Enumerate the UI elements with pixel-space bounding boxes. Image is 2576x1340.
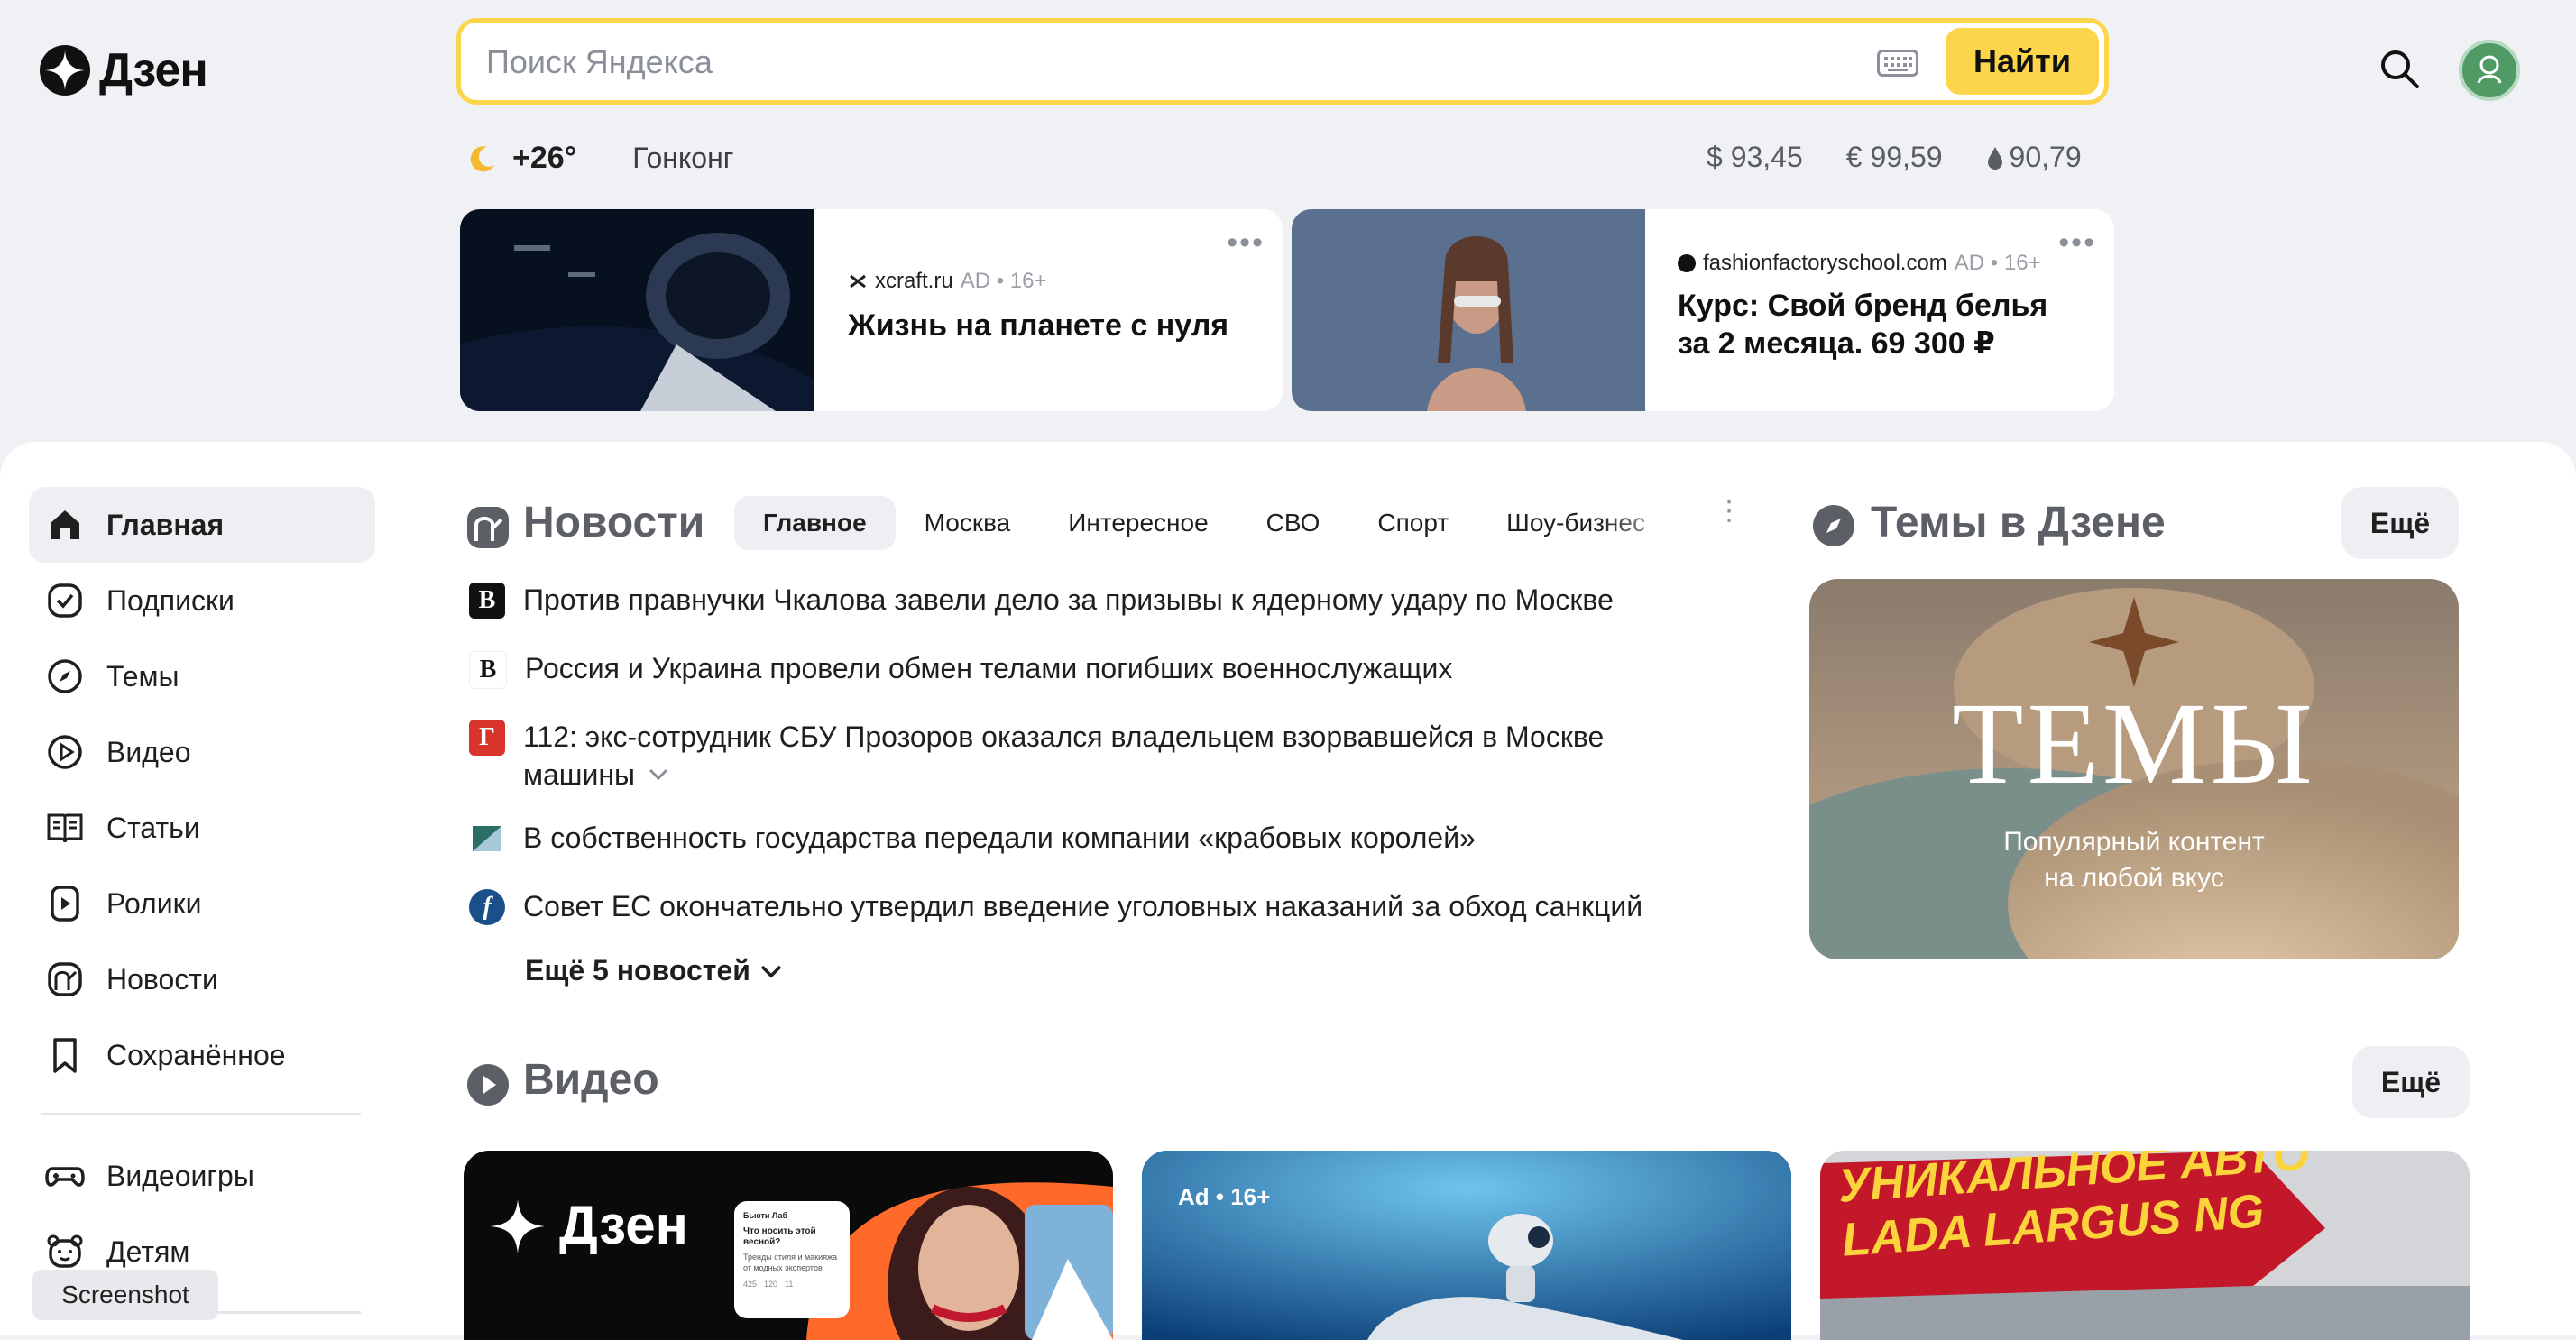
news-section-icon <box>467 507 509 548</box>
video-card[interactable]: Дзен Бьюти Лаб Что носить этой весной? Т… <box>464 1151 1113 1340</box>
sidebar-item-video[interactable]: Видео <box>29 714 375 790</box>
news-item[interactable]: B Против правнучки Чкалова завели дело з… <box>469 581 1614 619</box>
articles-icon <box>47 813 83 843</box>
fashionfactory-logo-icon <box>1678 254 1696 272</box>
post-bubble: Бьюти Лаб Что носить этой весной? Тренды… <box>734 1201 850 1318</box>
sidebar-divider <box>41 1113 361 1115</box>
sidebar-item-home[interactable]: Главная <box>29 487 375 563</box>
ad-card[interactable]: fashionfactoryschool.com AD • 16+ Курс: … <box>1292 209 2114 411</box>
tab-svo[interactable]: СВО <box>1237 496 1349 550</box>
news-item[interactable]: Г 112: экс-сотрудник СБУ Прозоров оказал… <box>469 718 1604 794</box>
temperature: +26° <box>512 141 577 175</box>
oil-rate: 90,79 <box>1986 141 2082 174</box>
weather-widget[interactable]: +26° Гонконг <box>467 141 733 176</box>
compass-icon <box>48 659 82 693</box>
source-logo-icon: f <box>469 889 505 925</box>
oil-drop-icon <box>1987 146 2002 170</box>
news-icon <box>48 962 82 996</box>
source-logo-icon: Г <box>469 720 505 756</box>
ad-card[interactable]: xcraft.ru AD • 16+ Жизнь на планете с ну… <box>460 209 1283 411</box>
video-card[interactable]: Ad • 16+ <box>1142 1151 1791 1340</box>
sidebar-item-saved[interactable]: Сохранённое <box>29 1017 375 1093</box>
avatar[interactable] <box>2459 40 2520 101</box>
sidebar-item-subscriptions[interactable]: Подписки <box>29 563 375 638</box>
clips-icon <box>51 886 79 922</box>
sidebar-item-videogames[interactable]: Видеоигры <box>29 1138 375 1214</box>
tab-interesting[interactable]: Интересное <box>1039 496 1237 550</box>
ad-title[interactable]: Жизнь на планете с нуля <box>848 307 1228 344</box>
more-options-icon[interactable]: ••• <box>1227 225 1265 261</box>
themes-more-button[interactable]: Ещё <box>2341 487 2459 559</box>
city-name[interactable]: Гонконг <box>632 142 733 175</box>
ad-title[interactable]: Курс: Свой бренд белья за 2 месяца. 69 3… <box>1678 287 2047 363</box>
news-title[interactable]: Новости <box>523 498 704 547</box>
search-input[interactable] <box>484 23 1841 102</box>
themes-card-title: ТЕМЫ <box>1952 679 2316 809</box>
subscriptions-icon <box>48 583 82 618</box>
source-logo-icon <box>473 826 501 851</box>
video-icon <box>48 735 82 769</box>
video-section-icon <box>467 1064 509 1106</box>
themes-card-subtitle: Популярный контент на любой вкус <box>2003 827 2265 893</box>
video-card-logo: Дзен <box>559 1195 688 1255</box>
avatar-icon <box>2477 55 2502 84</box>
tab-sport[interactable]: Спорт <box>1348 496 1477 550</box>
more-options-icon[interactable]: ••• <box>2058 225 2096 261</box>
themes-card[interactable]: ТЕМЫ Популярный контент на любой вкус <box>1809 579 2459 959</box>
news-item[interactable]: f Совет ЕС окончательно утвердил введени… <box>469 887 1642 925</box>
ad-image-model <box>1292 209 1645 411</box>
source-logo-icon: B <box>469 651 507 689</box>
dzen-logo[interactable]: Дзен <box>40 43 208 97</box>
news-item[interactable]: В собственность государства передали ком… <box>469 819 1476 857</box>
xcraft-logo-icon <box>850 274 866 289</box>
video-title[interactable]: Видео <box>523 1055 659 1105</box>
compass-section-icon <box>1813 505 1854 546</box>
chevron-down-icon[interactable] <box>648 767 669 782</box>
sidebar-item-articles[interactable]: Статьи <box>29 790 375 866</box>
ad-badge: Ad • 16+ <box>1178 1183 1271 1210</box>
source-logo-icon: B <box>469 583 505 619</box>
tabs-more-icon[interactable]: ⋮ <box>1716 498 1743 525</box>
sidebar-item-news[interactable]: Новости <box>29 941 375 1017</box>
search-box[interactable]: Найти <box>456 18 2109 105</box>
ad-source[interactable]: fashionfactoryschool.com AD • 16+ <box>1678 251 2041 276</box>
sidebar-item-clips[interactable]: Ролики <box>29 866 375 941</box>
bookmark-icon <box>53 1038 77 1073</box>
find-button[interactable]: Найти <box>1946 28 2099 95</box>
kids-icon <box>47 1234 83 1268</box>
sidebar-item-themes[interactable]: Темы <box>29 638 375 714</box>
video-card[interactable]: УНИКАЛЬНОЕ АВТО LADA LARGUS NG <box>1820 1151 2470 1340</box>
tab-moscow[interactable]: Москва <box>896 496 1040 550</box>
news-tabs: Главное Москва Интересное СВО Спорт Шоу-… <box>734 496 1697 550</box>
ad-image-space <box>460 209 814 411</box>
keyboard-icon[interactable] <box>1877 50 1918 77</box>
chevron-down-icon <box>760 965 782 977</box>
gamepad-icon <box>45 1167 85 1187</box>
themes-title[interactable]: Темы в Дзене <box>1871 498 2166 547</box>
currency-rates[interactable]: $ 93,45 € 99,59 90,79 <box>1707 141 2082 174</box>
ad-source[interactable]: xcraft.ru AD • 16+ <box>848 269 1046 294</box>
dzen-logo-icon <box>40 45 90 96</box>
video-more-button[interactable]: Ещё <box>2352 1046 2470 1118</box>
eur-rate: € 99,59 <box>1845 141 1943 173</box>
home-icon <box>51 510 79 539</box>
news-item[interactable]: B Россия и Украина провели обмен телами … <box>469 649 1452 689</box>
logo-text: Дзен <box>99 44 208 96</box>
search-icon[interactable] <box>2378 47 2421 90</box>
tab-main[interactable]: Главное <box>734 496 896 550</box>
tab-showbiz[interactable]: Шоу-бизнес <box>1477 496 1697 550</box>
video-thumbnail <box>1142 1151 1791 1340</box>
more-news-button[interactable]: Ещё 5 новостей <box>525 954 783 987</box>
usd-rate: $ 93,45 <box>1707 141 1803 173</box>
screenshot-tooltip: Screenshot <box>32 1270 218 1320</box>
moon-icon <box>470 145 494 171</box>
